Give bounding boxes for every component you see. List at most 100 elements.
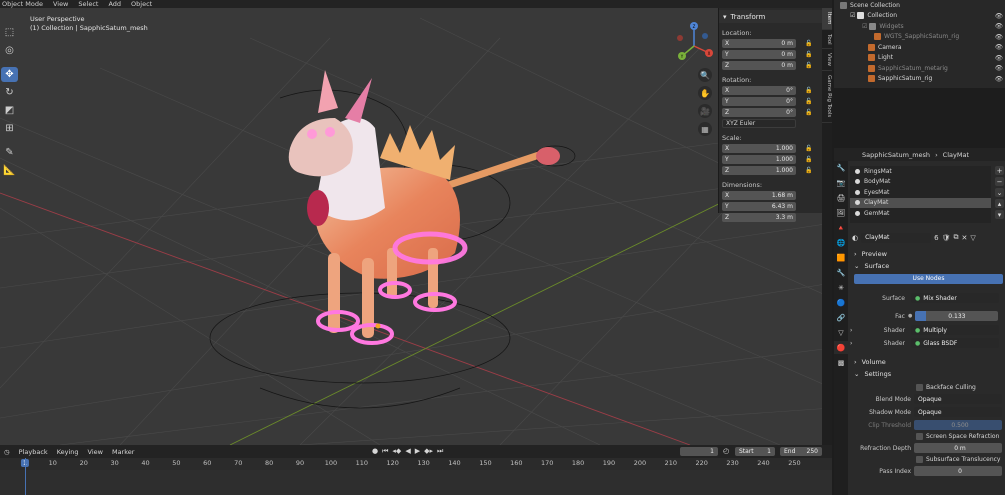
preview-section-header[interactable]: › Preview	[850, 248, 1005, 260]
menu-add[interactable]: Add	[108, 0, 121, 8]
list-item[interactable]: EyesMat	[850, 187, 991, 198]
material-name-field[interactable]: ClayMat	[861, 232, 932, 243]
eye-icon[interactable]: 👁	[995, 12, 1003, 20]
timeline-track[interactable]	[0, 458, 832, 495]
remove-slot-button[interactable]: −	[995, 177, 1004, 186]
jump-end-icon[interactable]: ⏭	[437, 447, 443, 456]
chevron-right-icon[interactable]: ›	[850, 327, 858, 334]
list-item[interactable]: BodyMat	[850, 177, 991, 188]
outliner-row[interactable]: WGTS_SapphicSatum_rig 👁	[834, 32, 1005, 43]
eye-icon[interactable]: 👁	[995, 33, 1003, 41]
tool-tab-icon[interactable]: 🔧	[834, 161, 848, 174]
playhead[interactable]	[25, 458, 26, 495]
eye-icon[interactable]: 👁	[995, 64, 1003, 72]
add-slot-button[interactable]: +	[995, 166, 1004, 175]
lock-icon[interactable]: 🔓	[804, 156, 814, 163]
rotation-mode-dropdown[interactable]: XYZ Euler	[722, 119, 796, 128]
tab-game-rig-tools[interactable]: Game Rig Tools	[822, 71, 832, 123]
checkbox[interactable]	[916, 384, 923, 391]
outliner-row[interactable]: ☑ Collection 👁	[834, 11, 1005, 22]
location-y-field[interactable]: Y0 m	[722, 49, 796, 59]
rotation-x-field[interactable]: X 0°	[722, 85, 796, 95]
volume-section-header[interactable]: › Volume	[850, 356, 1005, 368]
lock-icon[interactable]: 🔓	[804, 109, 814, 116]
object-name[interactable]: SapphicSatum_mesh	[862, 151, 930, 159]
start-frame-field[interactable]: Start 1	[735, 447, 775, 456]
pan-hand-icon[interactable]: ✋	[698, 86, 712, 100]
render-tab-icon[interactable]: 📷	[834, 176, 848, 189]
annotate-tool[interactable]: ✎	[1, 145, 18, 160]
material-browse-icon[interactable]: ◐	[852, 234, 858, 242]
list-item[interactable]: RingsMat	[850, 166, 991, 177]
constraints-tab-icon[interactable]: 🔗	[834, 311, 848, 324]
outliner-row[interactable]: Light 👁	[834, 53, 1005, 64]
refraction-depth-field[interactable]: 0 m	[914, 443, 1002, 453]
object-tab-icon[interactable]: 🟧	[834, 251, 848, 264]
current-frame-field[interactable]: 1	[680, 447, 718, 456]
camera-view-icon[interactable]: 🎥	[698, 104, 712, 118]
pass-index-field[interactable]: 0	[914, 466, 1002, 476]
menu-keying[interactable]: Keying	[57, 448, 79, 456]
menu-select[interactable]: Select	[78, 0, 98, 8]
surface-section-header[interactable]: ⌄ Surface	[850, 260, 1005, 272]
view-layer-tab-icon[interactable]: 🖼	[834, 206, 848, 219]
lock-icon[interactable]: 🔓	[804, 51, 814, 58]
material-tab-icon[interactable]: 🔴	[834, 341, 848, 354]
end-frame-field[interactable]: End 250	[780, 447, 822, 456]
measure-tool[interactable]: 📐	[1, 163, 18, 178]
outliner-row[interactable]: ☑ Widgets 👁	[834, 21, 1005, 32]
dimension-y-field[interactable]: Y 6.43 m	[722, 201, 796, 211]
shader1-dropdown[interactable]: ● Multiply	[911, 325, 999, 335]
scale-x-field[interactable]: X 1.000	[722, 143, 796, 153]
clip-threshold-field[interactable]: 0.500	[914, 420, 1002, 430]
fake-user-icon[interactable]: 🛡	[942, 234, 951, 242]
move-up-button[interactable]: ▴	[995, 199, 1004, 208]
jump-start-icon[interactable]: ⏮	[382, 447, 388, 456]
outliner-row[interactable]: Camera 👁	[834, 42, 1005, 53]
3d-viewport[interactable]: User Perspective (1) Collection | Sapphi…	[0, 8, 832, 445]
material-name[interactable]: ClayMat	[943, 151, 969, 159]
checkbox[interactable]	[916, 433, 923, 440]
sss-toggle[interactable]: Subsurface Translucency	[916, 456, 1005, 463]
surface-shader-dropdown[interactable]: ● Mix Shader	[911, 293, 999, 303]
scene-tab-icon[interactable]: 🔺	[834, 221, 848, 234]
select-box-tool[interactable]: ⬚	[1, 25, 18, 40]
outliner-row[interactable]: Scene Collection	[834, 0, 1005, 11]
editor-type-icon[interactable]: ◷	[4, 448, 10, 456]
eye-icon[interactable]: 👁	[995, 22, 1003, 30]
use-nodes-button[interactable]: Use Nodes	[854, 274, 1003, 284]
rotation-z-field[interactable]: Z 0°	[722, 107, 796, 117]
record-icon[interactable]: ●	[372, 447, 378, 456]
lock-icon[interactable]: 🔓	[804, 98, 814, 105]
shader2-dropdown[interactable]: ● Glass BSDF	[911, 338, 999, 348]
settings-section-header[interactable]: ⌄ Settings	[850, 368, 1005, 380]
menu-marker[interactable]: Marker	[112, 448, 134, 456]
zoom-icon[interactable]: 🔍	[698, 68, 712, 82]
scale-y-field[interactable]: Y 1.000	[722, 154, 796, 164]
dimension-z-field[interactable]: Z 3.3 m	[722, 212, 796, 222]
tab-tool[interactable]: Tool	[822, 30, 832, 50]
shadow-mode-dropdown[interactable]: Opaque	[914, 407, 1002, 417]
eye-icon[interactable]: 👁	[995, 43, 1003, 51]
lock-icon[interactable]: 🔓	[804, 62, 814, 69]
move-down-button[interactable]: ▾	[995, 210, 1004, 219]
lock-icon[interactable]: 🔓	[804, 145, 814, 152]
move-tool[interactable]: ✥	[1, 67, 18, 82]
dimension-x-field[interactable]: X 1.68 m	[722, 190, 796, 200]
menu-view[interactable]: View	[88, 448, 103, 456]
duplicate-icon[interactable]: ⧉	[953, 233, 958, 242]
lock-icon[interactable]: 🔓	[804, 40, 814, 47]
outliner-row[interactable]: SapphicSatum_rig 👁	[834, 74, 1005, 85]
next-key-icon[interactable]: ◆▸	[424, 447, 433, 456]
data-tab-icon[interactable]: ▽	[834, 326, 848, 339]
slot-specials-button[interactable]: ⌄	[995, 188, 1004, 197]
texture-tab-icon[interactable]: ▩	[834, 356, 848, 369]
navigation-gizmo[interactable]: Z X Y	[672, 20, 716, 70]
play-reverse-icon[interactable]: ◀	[405, 447, 410, 456]
menu-playback[interactable]: Playback	[19, 448, 48, 456]
eye-icon[interactable]: 👁	[995, 54, 1003, 62]
particles-tab-icon[interactable]: ✳	[834, 281, 848, 294]
play-icon[interactable]: ▶	[415, 447, 420, 456]
close-icon[interactable]: ✕	[961, 234, 967, 242]
lock-icon[interactable]: 🔓	[804, 167, 814, 174]
